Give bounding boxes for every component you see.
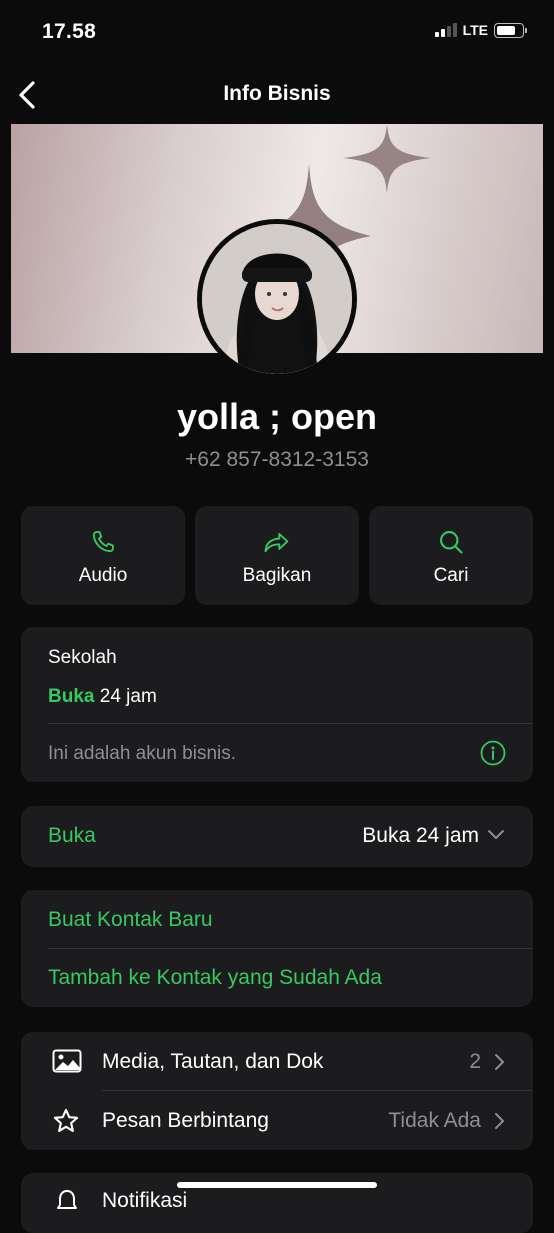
hours-row-value: Buka 24 jam bbox=[362, 824, 479, 847]
share-button[interactable]: Bagikan bbox=[195, 506, 359, 605]
media-card: Media, Tautan, dan Dok 2 Pesan Berbintan… bbox=[21, 1032, 533, 1150]
media-row[interactable]: Media, Tautan, dan Dok 2 bbox=[21, 1032, 533, 1090]
media-count: 2 bbox=[469, 1050, 481, 1073]
search-button[interactable]: Cari bbox=[369, 506, 533, 605]
hours-text: 24 jam bbox=[99, 686, 157, 707]
chevron-down-icon bbox=[488, 830, 504, 839]
search-icon bbox=[440, 531, 463, 554]
business-category: Sekolah bbox=[48, 647, 117, 668]
network-label: LTE bbox=[462, 22, 488, 38]
business-hours: Buka 24 jam bbox=[48, 686, 157, 708]
starred-row[interactable]: Pesan Berbintang Tidak Ada bbox=[21, 1091, 533, 1150]
hours-row-label: Buka bbox=[48, 824, 96, 847]
home-indicator[interactable] bbox=[177, 1182, 377, 1188]
bell-icon bbox=[57, 1190, 77, 1209]
profile-name: yolla ; open bbox=[176, 396, 378, 437]
phone-icon bbox=[92, 531, 114, 553]
signal-icon bbox=[434, 23, 457, 37]
status-indicators: LTE bbox=[434, 22, 527, 38]
profile-phone: +62 857-8312-3153 bbox=[185, 448, 369, 471]
notifications-label: Notifikasi bbox=[102, 1189, 188, 1212]
search-label: Cari bbox=[433, 565, 469, 586]
starred-label: Pesan Berbintang bbox=[102, 1109, 269, 1132]
profile-photo bbox=[202, 224, 352, 374]
photo-icon bbox=[52, 1049, 82, 1073]
star-icon bbox=[53, 1108, 79, 1132]
business-note: Ini adalah akun bisnis. bbox=[48, 743, 237, 764]
contact-actions-card: Buat Kontak Baru Tambah ke Kontak yang S… bbox=[21, 890, 533, 1007]
hours-row[interactable]: Buka Buka 24 jam bbox=[21, 806, 533, 867]
page-title: Info Bisnis bbox=[223, 82, 331, 105]
share-icon bbox=[264, 533, 289, 553]
info-icon[interactable] bbox=[480, 740, 506, 766]
chevron-right-icon bbox=[495, 1113, 504, 1129]
battery-icon bbox=[494, 22, 527, 38]
new-contact-button[interactable]: Buat Kontak Baru bbox=[48, 908, 213, 932]
status-time: 17.58 bbox=[42, 20, 97, 43]
chevron-right-icon bbox=[495, 1054, 504, 1070]
add-existing-contact-button[interactable]: Tambah ke Kontak yang Sudah Ada bbox=[48, 966, 382, 990]
audio-call-button[interactable]: Audio bbox=[21, 506, 185, 605]
media-label: Media, Tautan, dan Dok bbox=[102, 1050, 324, 1073]
starred-value: Tidak Ada bbox=[388, 1109, 481, 1132]
avatar[interactable] bbox=[197, 219, 357, 379]
audio-label: Audio bbox=[78, 565, 128, 586]
share-label: Bagikan bbox=[242, 565, 312, 586]
hours-status: Buka bbox=[48, 686, 95, 707]
business-info-card: Sekolah Buka 24 jam Ini adalah akun bisn… bbox=[21, 627, 533, 782]
